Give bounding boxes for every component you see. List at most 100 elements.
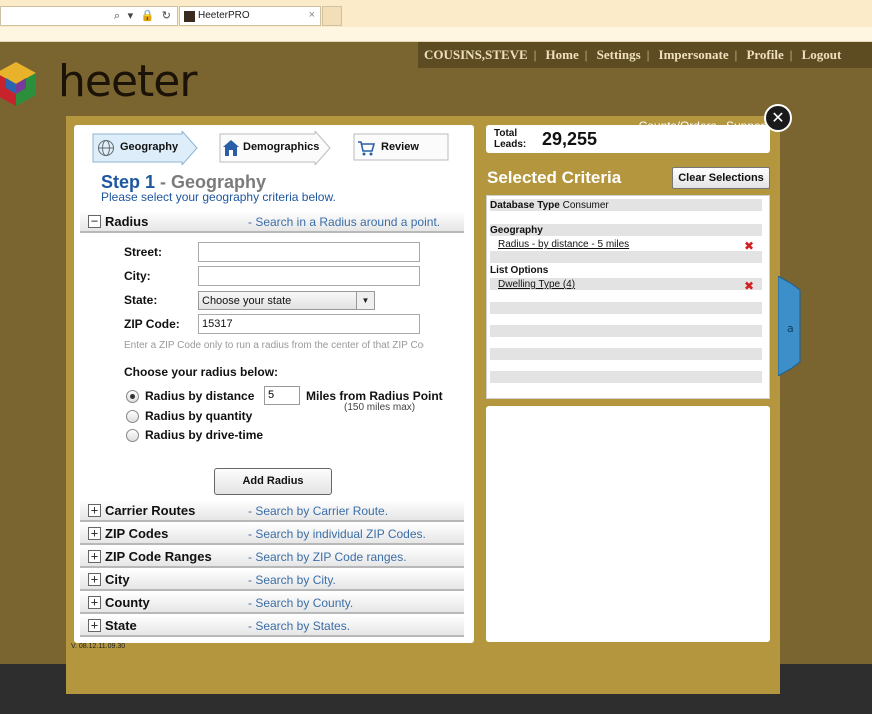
radio-quantity[interactable] bbox=[126, 410, 139, 423]
section-desc: - Search by City. bbox=[248, 573, 336, 587]
main-frame: Counts/Orders Support Geography Demograp… bbox=[66, 116, 780, 694]
new-tab-button[interactable] bbox=[322, 6, 342, 26]
choose-radius-label: Choose your radius below: bbox=[124, 365, 279, 379]
chevron-down-icon[interactable]: ▼ bbox=[356, 292, 374, 309]
total-leads-label: Total Leads: bbox=[494, 128, 526, 150]
zip-label: ZIP Code: bbox=[124, 317, 180, 331]
nav-user[interactable]: COUSINS,STEVE bbox=[424, 47, 528, 62]
version-label: V. 08.12.11.09.30 bbox=[71, 643, 126, 650]
section-desc: - Search by States. bbox=[248, 619, 351, 633]
criteria-row-bg bbox=[490, 348, 762, 360]
section-desc: - Search by individual ZIP Codes. bbox=[248, 527, 426, 541]
step-geography[interactable]: Geography bbox=[92, 131, 198, 165]
expand-icon[interactable]: + bbox=[88, 527, 101, 540]
house-icon bbox=[223, 140, 239, 156]
step-demographics[interactable]: Demographics bbox=[219, 131, 331, 165]
nav-settings[interactable]: Settings bbox=[597, 47, 641, 62]
section-carrier-routes[interactable]: + Carrier Routes - Search by Carrier Rou… bbox=[80, 500, 464, 522]
cart-icon bbox=[358, 141, 375, 156]
step-review[interactable]: Review bbox=[353, 131, 449, 165]
radio-distance-label[interactable]: Radius by distance bbox=[145, 389, 254, 403]
browser-tab[interactable]: HeeterPRO × bbox=[179, 6, 321, 26]
zip-hint: Enter a ZIP Code only to run a radius fr… bbox=[124, 340, 424, 351]
total-leads-count: 29,255 bbox=[542, 129, 598, 149]
geography-item-link[interactable]: Radius - by distance - 5 miles bbox=[490, 239, 629, 250]
browser-toolbar bbox=[0, 27, 872, 42]
criteria-row-bg bbox=[490, 302, 762, 314]
svg-text:a: a bbox=[787, 322, 794, 335]
expand-icon[interactable]: + bbox=[88, 596, 101, 609]
tab-close-icon[interactable]: × bbox=[309, 9, 315, 21]
details-panel bbox=[486, 406, 770, 642]
section-zip-code-ranges[interactable]: + ZIP Code Ranges - Search by ZIP Code r… bbox=[80, 546, 464, 568]
criteria-list: Database Type Consumer Geography Radius … bbox=[486, 195, 770, 399]
step-name: Geography bbox=[171, 172, 267, 192]
section-name: Carrier Routes bbox=[105, 503, 196, 518]
nav-profile[interactable]: Profile bbox=[746, 47, 783, 62]
section-desc: - Search by County. bbox=[248, 596, 354, 610]
step-review-label: Review bbox=[381, 141, 419, 153]
geography-item: Radius - by distance - 5 miles ✖ bbox=[490, 239, 762, 253]
radio-drive-time[interactable] bbox=[126, 429, 139, 442]
logo-cube-icon bbox=[0, 62, 36, 106]
section-state[interactable]: + State - Search by States. bbox=[80, 615, 464, 637]
state-select[interactable]: Choose your state ▼ bbox=[198, 291, 375, 310]
collapse-icon[interactable]: − bbox=[88, 215, 101, 228]
criteria-row-bg bbox=[490, 371, 762, 383]
address-bar-icons[interactable]: ⌕ ▾ 🔒 ↻ bbox=[114, 9, 173, 23]
zip-input[interactable]: 15317 bbox=[198, 314, 420, 334]
close-icon[interactable]: ✕ bbox=[764, 104, 792, 132]
distance-input[interactable]: 5 bbox=[264, 386, 300, 405]
section-radius-desc: - Search in a Radius around a point. bbox=[248, 215, 441, 229]
tab-title: HeeterPRO bbox=[198, 10, 250, 21]
section-name: State bbox=[105, 618, 137, 633]
expand-icon[interactable]: + bbox=[88, 504, 101, 517]
radio-quantity-label[interactable]: Radius by quantity bbox=[145, 409, 252, 423]
expand-icon[interactable]: + bbox=[88, 573, 101, 586]
list-options-item: Dwelling Type (4) ✖ bbox=[490, 279, 762, 293]
city-label: City: bbox=[124, 269, 151, 283]
total-leads-label-line1: Total bbox=[494, 128, 518, 139]
step-demographics-label: Demographics bbox=[243, 141, 320, 153]
step-geography-label: Geography bbox=[120, 141, 179, 153]
side-tab[interactable]: a bbox=[778, 276, 802, 376]
database-type-row: Database Type Consumer bbox=[490, 200, 762, 211]
section-county[interactable]: + County - Search by County. bbox=[80, 592, 464, 614]
section-desc: - Search by Carrier Route. bbox=[248, 504, 389, 518]
radio-drive-time-label[interactable]: Radius by drive-time bbox=[145, 428, 263, 442]
miles-label: Miles from Radius Point bbox=[306, 389, 443, 403]
total-leads-label-line2: Leads: bbox=[494, 139, 527, 150]
criteria-row-bg bbox=[490, 251, 762, 263]
section-zip-codes[interactable]: + ZIP Codes - Search by individual ZIP C… bbox=[80, 523, 464, 545]
max-note: (150 miles max) bbox=[344, 402, 416, 413]
nav-logout[interactable]: Logout bbox=[802, 47, 842, 62]
expand-icon[interactable]: + bbox=[88, 550, 101, 563]
section-city[interactable]: + City - Search by City. bbox=[80, 569, 464, 591]
radio-distance[interactable] bbox=[126, 390, 139, 403]
database-type-value: Consumer bbox=[562, 200, 609, 211]
state-select-value: Choose your state bbox=[202, 295, 292, 307]
section-radius-name: Radius bbox=[105, 214, 149, 229]
total-leads-box: Total Leads: 29,255 bbox=[486, 125, 770, 153]
street-input[interactable] bbox=[198, 242, 420, 262]
expand-icon[interactable]: + bbox=[88, 619, 101, 632]
top-nav: COUSINS,STEVE | Home | Settings | Impersona… bbox=[418, 42, 872, 68]
city-input[interactable] bbox=[198, 266, 420, 286]
street-label: Street: bbox=[124, 245, 163, 259]
geography-panel: Geography Demographics Review Step 1 - G… bbox=[74, 125, 474, 643]
add-radius-button[interactable]: Add Radius bbox=[214, 468, 332, 495]
nav-impersonate[interactable]: Impersonate bbox=[659, 47, 729, 62]
list-options-header: List Options bbox=[490, 265, 549, 276]
step-number: Step 1 bbox=[101, 172, 156, 192]
nav-home[interactable]: Home bbox=[546, 47, 579, 62]
browser-chrome: ⌕ ▾ 🔒 ↻ HeeterPRO × bbox=[0, 0, 872, 42]
selected-criteria-title: Selected Criteria bbox=[487, 168, 622, 187]
geography-header: Geography bbox=[490, 225, 543, 236]
remove-icon[interactable]: ✖ bbox=[744, 279, 754, 293]
address-bar[interactable]: ⌕ ▾ 🔒 ↻ bbox=[0, 6, 178, 26]
globe-icon bbox=[98, 140, 114, 156]
criteria-row-bg bbox=[490, 325, 762, 337]
list-options-item-link[interactable]: Dwelling Type (4) bbox=[490, 279, 575, 290]
section-radius[interactable]: − Radius - Search in a Radius around a p… bbox=[80, 211, 464, 233]
clear-selections-button[interactable]: Clear Selections bbox=[672, 167, 770, 189]
